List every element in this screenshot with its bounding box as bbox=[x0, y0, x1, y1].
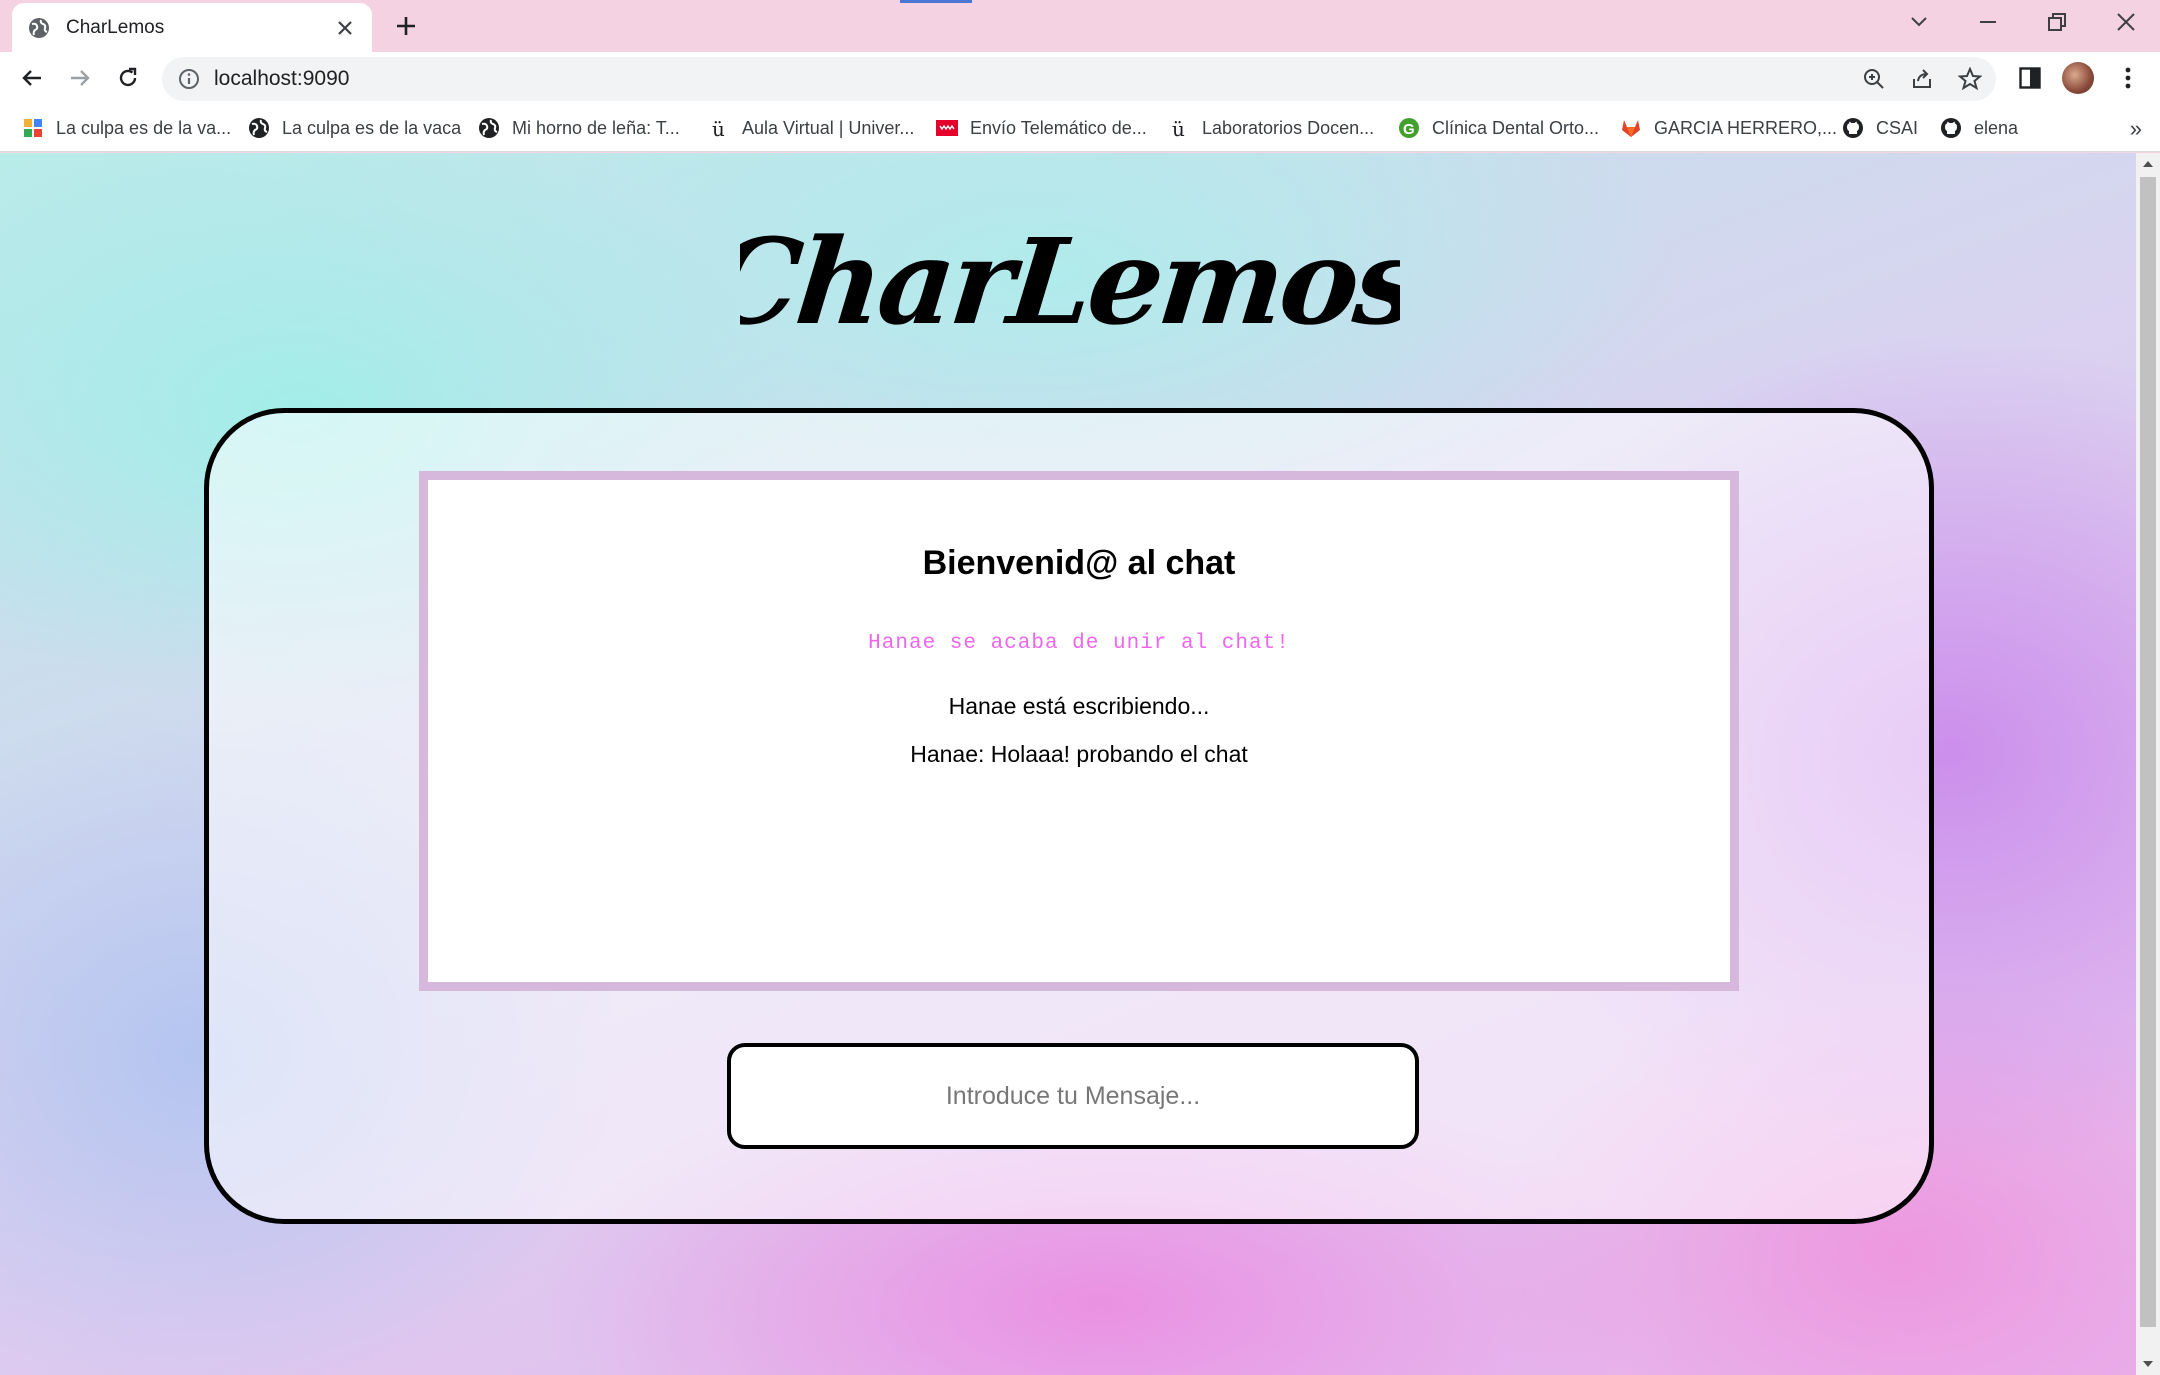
github-icon bbox=[1940, 117, 1962, 139]
profile-avatar[interactable] bbox=[2062, 62, 2094, 94]
bookmark-item[interactable]: Mi horno de leña: T... bbox=[478, 114, 680, 142]
globe-icon bbox=[28, 17, 50, 39]
scroll-up-icon[interactable] bbox=[2136, 153, 2160, 175]
new-tab-button[interactable] bbox=[392, 12, 420, 40]
browser-titlebar: CharLemos bbox=[0, 0, 2160, 52]
bookmark-label: CSAI bbox=[1876, 117, 1919, 138]
charlemos-logo: CharLemos bbox=[740, 212, 1400, 351]
browser-toolbar: localhost:9090 bbox=[0, 52, 2160, 104]
scroll-down-icon[interactable] bbox=[2136, 1353, 2160, 1375]
bookmark-label: Mi horno de leña: T... bbox=[512, 117, 680, 138]
window-controls bbox=[1884, 0, 2160, 44]
bookmark-item[interactable]: G Clínica Dental Orto... bbox=[1398, 114, 1599, 142]
reload-icon[interactable] bbox=[112, 62, 144, 94]
bookmark-item[interactable]: elena bbox=[1940, 114, 2018, 142]
tab-search-icon[interactable] bbox=[1884, 0, 1953, 44]
bookmark-label: elena bbox=[1974, 117, 2019, 138]
chat-message: Hanae: Holaaa! probando el chat bbox=[910, 741, 1248, 767]
page-scrollbar[interactable] bbox=[2136, 153, 2160, 1375]
collage-icon bbox=[22, 117, 44, 139]
g-icon: G bbox=[1398, 117, 1420, 139]
close-tab-icon[interactable] bbox=[334, 17, 356, 39]
bookmark-label: Clínica Dental Orto... bbox=[1432, 117, 1600, 138]
bookmark-item[interactable]: La culpa es de la va... bbox=[22, 114, 231, 142]
globe-icon bbox=[248, 117, 270, 139]
url-text[interactable]: localhost:9090 bbox=[214, 67, 349, 91]
address-bar[interactable]: localhost:9090 bbox=[162, 57, 1996, 101]
bookmark-item[interactable]: ü Laboratorios Docen... bbox=[1168, 114, 1374, 142]
message-input[interactable] bbox=[727, 1043, 1419, 1149]
bookmark-label: Envío Telemático de... bbox=[970, 117, 1147, 138]
bookmark-label: Laboratorios Docen... bbox=[1202, 117, 1375, 138]
chat-title: Bienvenid@ al chat bbox=[922, 544, 1236, 582]
side-panel-icon[interactable] bbox=[2016, 64, 2044, 92]
menu-kebab-icon[interactable] bbox=[2114, 64, 2142, 92]
globe-icon bbox=[478, 117, 500, 139]
back-icon[interactable] bbox=[16, 62, 48, 94]
bookmark-star-icon[interactable] bbox=[1958, 67, 1982, 91]
tab-title: CharLemos bbox=[66, 16, 165, 38]
messages-box: Bienvenid@ al chat Hanae se acaba de uni… bbox=[419, 471, 1739, 991]
bookmark-label: Aula Virtual | Univer... bbox=[742, 117, 915, 138]
close-window-icon[interactable] bbox=[2091, 0, 2160, 44]
bookmark-label: La culpa es de la va... bbox=[56, 117, 232, 138]
page-viewport: CharLemos Bienvenid@ al chat Hanae se ac… bbox=[0, 153, 2136, 1375]
join-notice: Hanae se acaba de unir al chat! bbox=[868, 632, 1290, 655]
svg-text:ü: ü bbox=[1172, 117, 1185, 139]
svg-text:CharLemos: CharLemos bbox=[740, 212, 1400, 351]
comunidad-madrid-icon bbox=[936, 117, 958, 139]
zoom-icon[interactable] bbox=[1862, 67, 1886, 91]
chat-card: Bienvenid@ al chat Hanae se acaba de uni… bbox=[204, 408, 1934, 1224]
bookmark-item[interactable]: Envío Telemático de... bbox=[936, 114, 1147, 142]
bookmark-item[interactable]: La culpa es de la vaca bbox=[248, 114, 461, 142]
minimize-icon[interactable] bbox=[1953, 0, 2022, 44]
github-icon bbox=[1842, 117, 1864, 139]
share-icon[interactable] bbox=[1910, 67, 1934, 91]
bookmark-label: La culpa es de la vaca bbox=[282, 117, 462, 138]
scrollbar-thumb[interactable] bbox=[2140, 177, 2156, 1327]
site-info-icon[interactable] bbox=[178, 68, 200, 90]
urjc-icon: ü bbox=[708, 117, 730, 139]
browser-tab[interactable]: CharLemos bbox=[12, 3, 372, 52]
forward-icon[interactable] bbox=[64, 62, 96, 94]
gitlab-icon bbox=[1620, 117, 1642, 139]
bookmark-item[interactable]: CSAI bbox=[1842, 114, 1918, 142]
svg-text:ü: ü bbox=[712, 117, 725, 139]
more-bookmarks-button[interactable]: » bbox=[2130, 116, 2142, 142]
urjc-icon: ü bbox=[1168, 117, 1190, 139]
bookmark-item[interactable]: ü Aula Virtual | Univer... bbox=[708, 114, 914, 142]
bookmark-item[interactable]: GARCIA HERRERO,... bbox=[1620, 114, 1837, 142]
typing-indicator: Hanae está escribiendo... bbox=[948, 693, 1210, 719]
restore-icon[interactable] bbox=[2022, 0, 2091, 44]
bookmarks-bar: La culpa es de la va... La culpa es de l… bbox=[0, 104, 2160, 152]
bookmark-label: GARCIA HERRERO,... bbox=[1654, 117, 1838, 138]
svg-text:G: G bbox=[1403, 121, 1415, 138]
loading-indicator bbox=[900, 0, 972, 3]
